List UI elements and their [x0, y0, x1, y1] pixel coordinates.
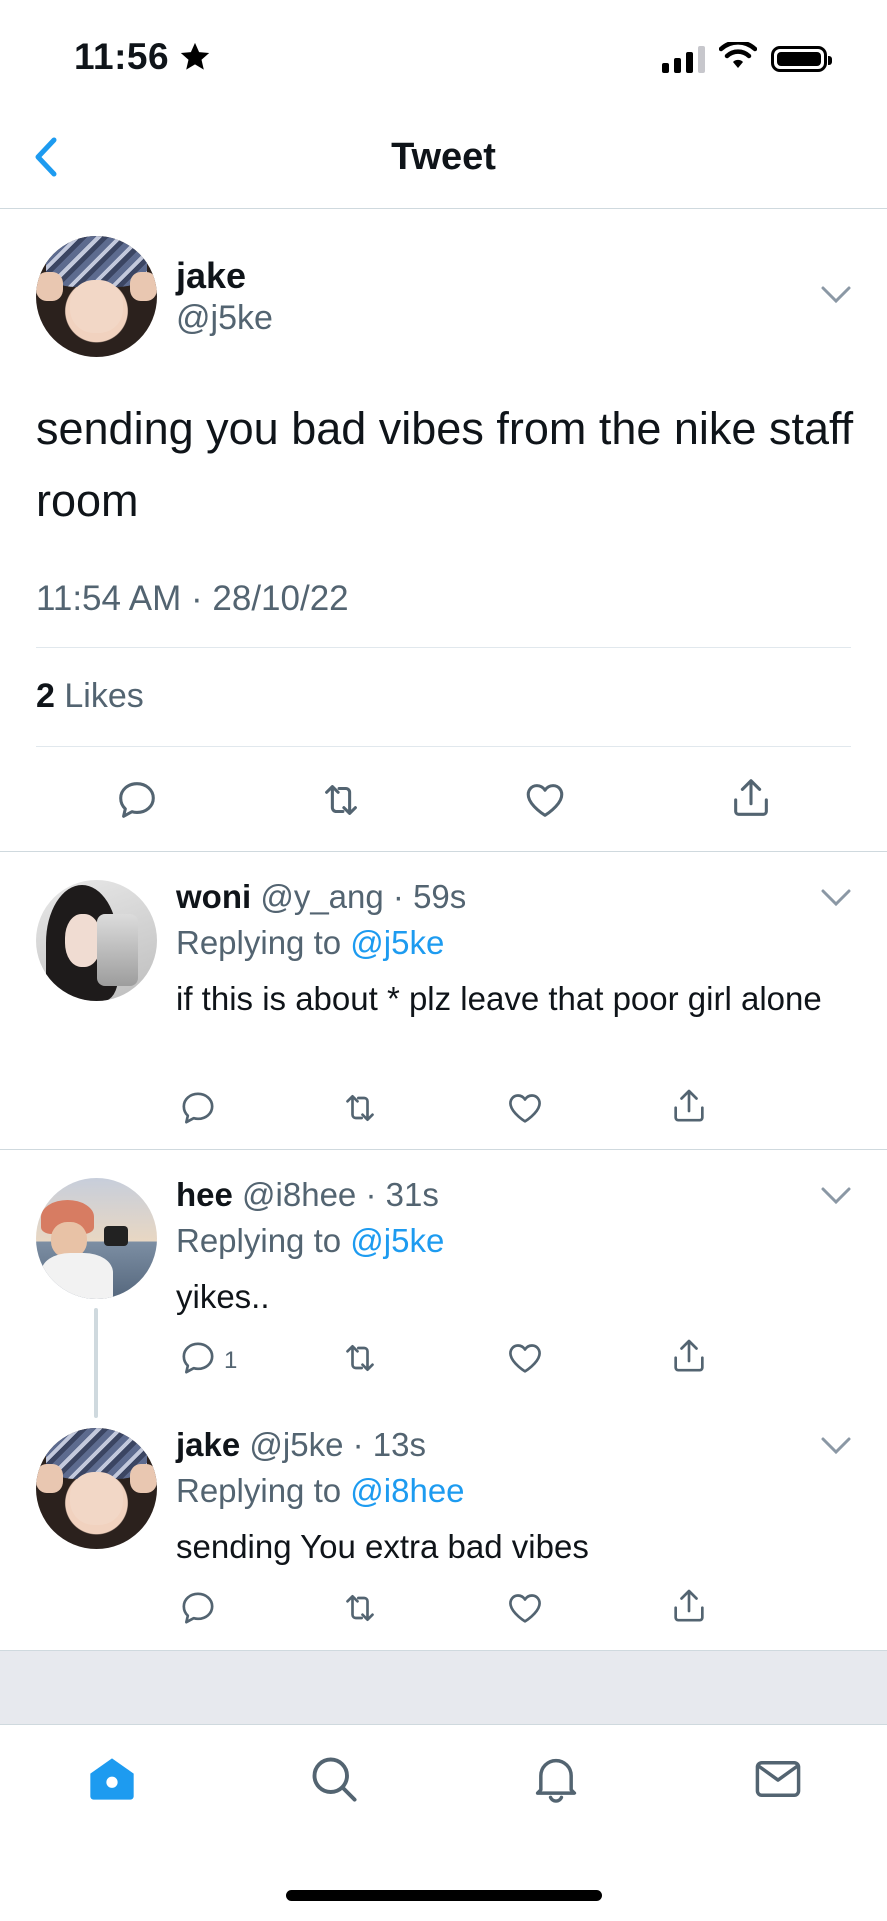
chevron-down-icon[interactable]	[820, 1436, 852, 1461]
reply-text: if this is about * plz leave that poor g…	[176, 980, 822, 1017]
avatar[interactable]	[36, 880, 157, 1001]
home-indicator[interactable]	[286, 1890, 602, 1901]
heart-icon	[505, 1088, 545, 1133]
reply-tweet[interactable]: jake @j5ke · 13s Replying to @i8hee send…	[0, 1402, 887, 1648]
retweet-button[interactable]	[340, 1088, 380, 1133]
share-button[interactable]	[669, 1586, 709, 1631]
reply-text: yikes..	[176, 1278, 270, 1315]
wifi-icon	[718, 40, 758, 75]
reply-meta: jake @j5ke · 13s	[176, 1426, 426, 1464]
likes-number: 2	[36, 677, 55, 715]
reply-button[interactable]	[178, 1588, 224, 1633]
reply-button[interactable]	[178, 1088, 224, 1133]
cellular-signal-icon	[662, 45, 705, 73]
messages-envelope-icon[interactable]	[752, 1753, 804, 1810]
reply-button[interactable]	[114, 777, 160, 828]
reply-count: 1	[224, 1346, 238, 1374]
reply-meta: hee @i8hee · 31s	[176, 1176, 439, 1214]
retweet-icon	[340, 1088, 380, 1133]
author-handle-time: @j5ke · 13s	[249, 1426, 426, 1463]
status-time: 11:56	[74, 36, 170, 77]
reply-icon	[178, 1338, 218, 1383]
page-title: Tweet	[391, 136, 496, 178]
status-indicators	[662, 40, 832, 75]
replying-prefix: Replying to	[176, 1472, 342, 1509]
like-button[interactable]	[505, 1088, 545, 1133]
tweet-text: sending you bad vibes from the nike staf…	[36, 403, 854, 526]
retweet-icon	[340, 1338, 380, 1383]
likes-count[interactable]: 2 Likes	[36, 677, 144, 716]
author-handle[interactable]: @j5ke	[176, 299, 273, 338]
reply-icon	[178, 1588, 218, 1633]
heart-icon	[505, 1588, 545, 1633]
chevron-down-icon[interactable]	[820, 888, 852, 913]
replying-to: Replying to @i8hee	[176, 1472, 465, 1510]
share-button[interactable]	[669, 1086, 709, 1131]
replying-to-link[interactable]: @j5ke	[350, 924, 444, 961]
share-button[interactable]	[728, 775, 774, 826]
retweet-icon	[318, 777, 364, 828]
replying-to: Replying to @j5ke	[176, 924, 444, 962]
retweet-button[interactable]	[318, 777, 364, 828]
reply-text: sending You extra bad vibes	[176, 1528, 589, 1565]
feed-end-spacer	[0, 1650, 887, 1725]
avatar[interactable]	[36, 236, 157, 357]
replying-prefix: Replying to	[176, 924, 342, 961]
author-handle-time: @i8hee · 31s	[242, 1176, 439, 1213]
heart-icon	[505, 1338, 545, 1383]
status-bar: 11:56	[0, 0, 887, 110]
reply-icon	[114, 777, 160, 828]
replying-to: Replying to @j5ke	[176, 1222, 444, 1260]
retweet-button[interactable]	[340, 1338, 380, 1383]
chevron-down-icon[interactable]	[820, 285, 852, 310]
likes-label: Likes	[64, 677, 144, 715]
retweet-button[interactable]	[340, 1588, 380, 1633]
reply-button[interactable]: 1	[178, 1338, 237, 1383]
tweet-timestamp: 11:54 AM · 28/10/22	[36, 579, 349, 618]
share-icon	[728, 775, 774, 826]
home-icon[interactable]	[86, 1753, 138, 1810]
author-name[interactable]: jake	[176, 255, 246, 297]
share-button[interactable]	[669, 1336, 709, 1381]
reply-tweet[interactable]: hee @i8hee · 31s Replying to @j5ke yikes…	[0, 1150, 887, 1408]
nav-bar: Tweet	[0, 110, 887, 209]
reply-tweet[interactable]: woni @y_ang · 59s Replying to @j5ke if t…	[0, 852, 887, 1148]
avatar[interactable]	[36, 1178, 157, 1299]
share-icon	[669, 1086, 709, 1131]
battery-icon	[771, 45, 832, 72]
replying-to-link[interactable]: @i8hee	[350, 1472, 464, 1509]
avatar[interactable]	[36, 1428, 157, 1549]
author-name[interactable]: woni	[176, 878, 251, 915]
like-button[interactable]	[505, 1338, 545, 1383]
replying-to-link[interactable]: @j5ke	[350, 1222, 444, 1259]
divider	[36, 647, 851, 648]
author-name[interactable]: jake	[176, 1426, 240, 1463]
like-button[interactable]	[522, 777, 568, 828]
author-name[interactable]: hee	[176, 1176, 233, 1213]
star-icon	[178, 40, 212, 79]
search-icon[interactable]	[308, 1753, 360, 1810]
divider	[36, 746, 851, 747]
replying-prefix: Replying to	[176, 1222, 342, 1259]
share-icon	[669, 1586, 709, 1631]
main-tweet: jake @j5ke sending you bad vibes from th…	[0, 209, 887, 852]
share-icon	[669, 1336, 709, 1381]
notifications-bell-icon[interactable]	[530, 1753, 582, 1810]
reply-meta: woni @y_ang · 59s	[176, 878, 466, 916]
like-button[interactable]	[505, 1588, 545, 1633]
retweet-icon	[340, 1588, 380, 1633]
author-handle-time: @y_ang · 59s	[260, 878, 467, 915]
reply-icon	[178, 1088, 218, 1133]
heart-icon	[522, 777, 568, 828]
chevron-down-icon[interactable]	[820, 1186, 852, 1211]
